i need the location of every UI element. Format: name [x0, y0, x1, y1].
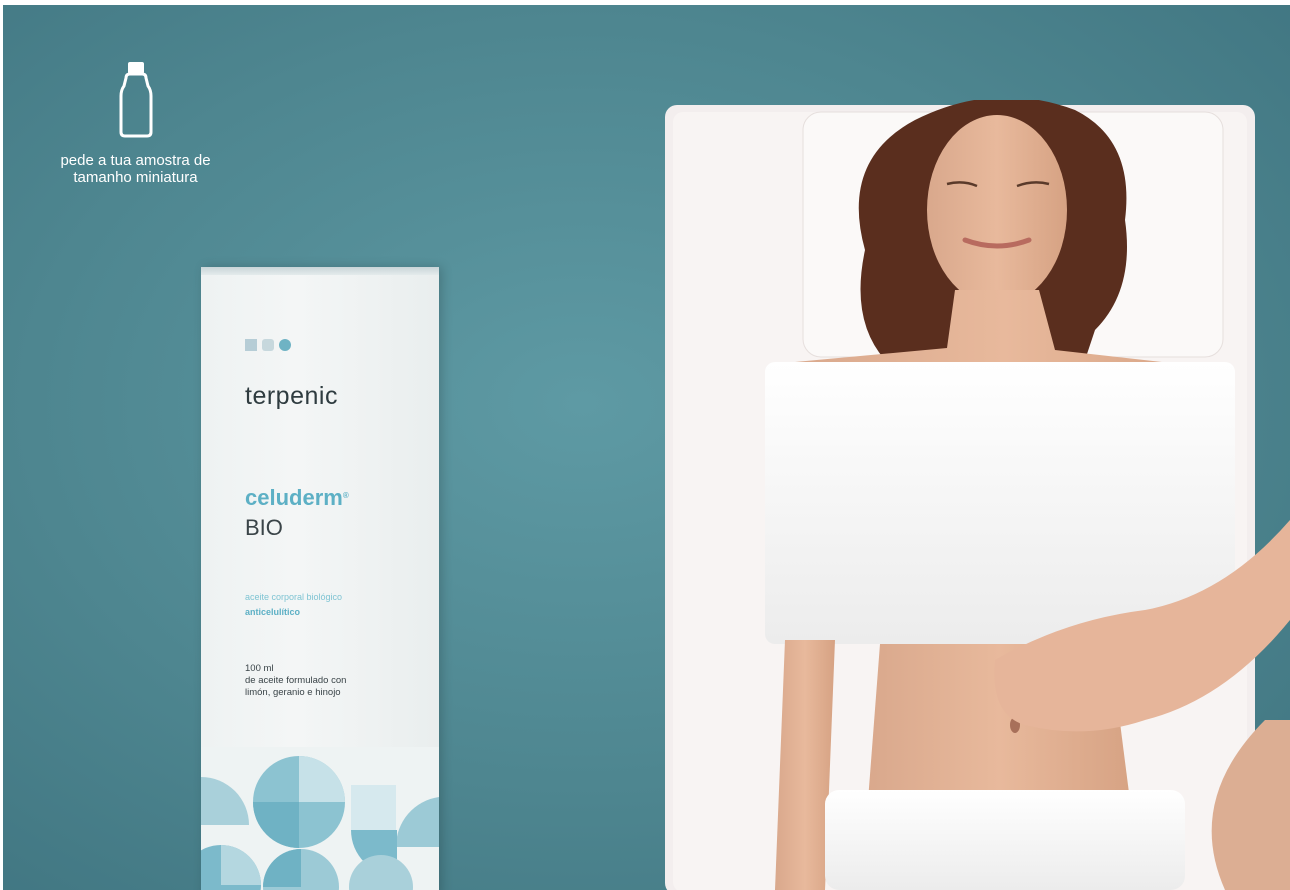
logo-square [245, 339, 257, 351]
product-name: celuderm® [245, 485, 349, 511]
brand-logo-marks [245, 339, 291, 351]
product-name-text: celuderm [245, 485, 343, 510]
product-description: aceite corporal biológico [245, 592, 343, 602]
logo-circle [279, 339, 291, 351]
sample-text: pede a tua amostra de tamanho miniatura [13, 152, 258, 186]
product-volume-info: 100 ml de aceite formulado con limón, ge… [245, 663, 346, 699]
logo-rounded-square [262, 339, 274, 351]
sample-text-line2: tamanho miniatura [73, 169, 198, 186]
registered-mark: ® [342, 491, 349, 500]
banner-scene: pede a tua amostra de tamanho miniatura … [3, 5, 1290, 890]
brand-name: terpenic [245, 382, 338, 410]
sample-text-line1: pede a tua amostra de [60, 152, 211, 169]
composition-line2: limón, geranio e hinojo [245, 687, 341, 698]
massage-photo [665, 100, 1290, 890]
product-claim: anticelulítico [245, 607, 301, 617]
geometric-pattern [201, 747, 439, 890]
sample-request-link[interactable]: pede a tua amostra de tamanho miniatura [13, 60, 258, 186]
box-top-edge [201, 267, 439, 275]
product-subname: BIO [245, 515, 283, 540]
bottle-icon [119, 62, 152, 138]
product-volume: 100 ml [245, 663, 274, 674]
product-box: terpenic celuderm® BIO aceite corporal b… [201, 267, 439, 890]
composition-line1: de aceite formulado con [245, 675, 347, 686]
